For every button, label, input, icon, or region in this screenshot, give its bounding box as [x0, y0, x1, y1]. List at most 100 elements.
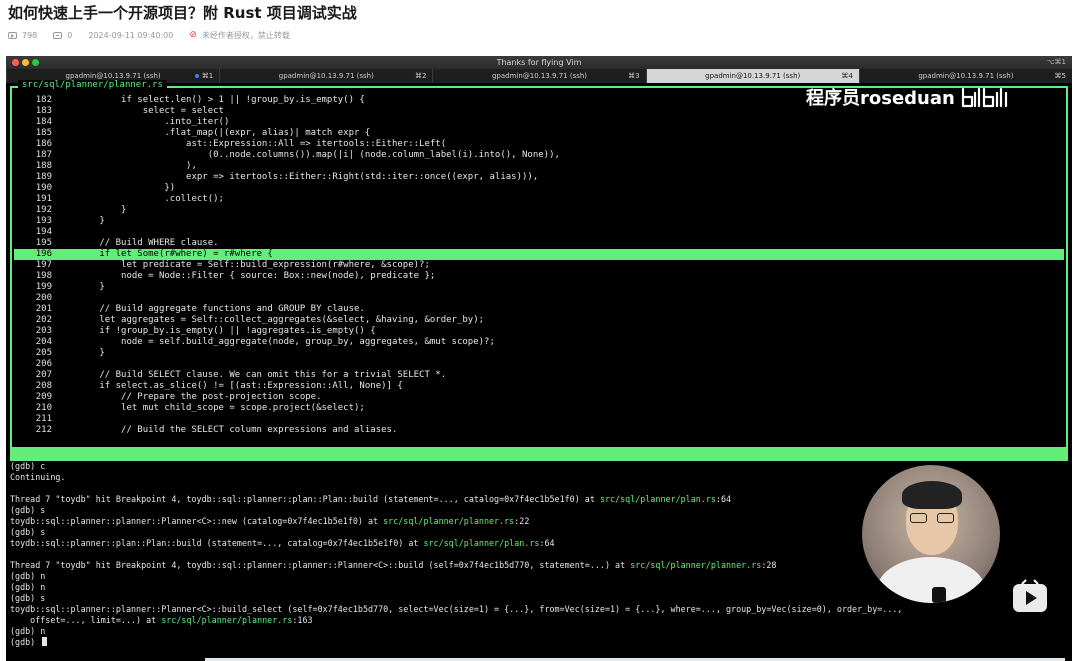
source-line: 197 let predicate = Self::build_expressi… — [14, 260, 1064, 271]
line-number: 192 — [35, 205, 52, 215]
current-line-marker-icon: > — [26, 249, 32, 259]
line-text: expr => itertools::Either::Right(std::it… — [56, 172, 539, 182]
source-panel: src/sql/planner/planner.rs 182 if select… — [10, 80, 1068, 449]
line-text: .into_iter() — [56, 117, 230, 127]
line-text: let predicate = Self::build_expression(r… — [56, 260, 430, 270]
line-number: 211 — [35, 414, 52, 424]
bilibili-logo-icon — [961, 87, 1007, 108]
line-text: if let Some(r#where) = r#where { — [56, 249, 273, 259]
source-line: 209 // Prepare the post-projection scope… — [14, 392, 1064, 403]
source-line: 198 node = Node::Filter { source: Box::n… — [14, 271, 1064, 282]
line-number: 193 — [35, 216, 52, 226]
tab-label: gpadmin@10.13.9.71 (ssh) — [491, 72, 588, 80]
source-file-link: src/sql/planner/plan.rs — [599, 494, 716, 504]
gdb-status-bar: multi-thre Thread 0x7f4ec1b617 In: toydb… — [10, 449, 1068, 484]
channel-watermark: 程序员roseduan — [806, 86, 1009, 109]
tab-ssh-4[interactable]: gpadmin@10.13.9.71 (ssh) ⌘4 — [645, 69, 859, 83]
view-count: 798 — [22, 30, 38, 40]
tab-label: gpadmin@10.13.9.71 (ssh) — [278, 72, 374, 80]
line-text: }) — [56, 183, 176, 193]
source-line: 189 expr => itertools::Either::Right(std… — [14, 172, 1064, 183]
source-line: 193 } — [14, 216, 1064, 227]
source-line: 210 let mut child_scope = scope.project(… — [14, 403, 1064, 414]
line-number: 182 — [35, 95, 52, 105]
line-text: select = select — [56, 106, 224, 116]
tab-shortcut: ⌘2 — [414, 72, 427, 80]
line-number: 210 — [35, 403, 52, 413]
line-text: node = Node::Filter { source: Box::new(n… — [56, 271, 436, 281]
publish-date: 2024-09-11 09:40:00 — [88, 30, 174, 40]
console-text: toydb::sql::planner::plan::Plan::build (… — [10, 538, 424, 548]
line-number: 199 — [35, 282, 52, 292]
repost-notice: 未经作者授权，禁止转载 — [201, 30, 290, 40]
source-line: 192 } — [14, 205, 1064, 216]
source-line: 194 — [14, 227, 1064, 238]
line-number: 188 — [35, 161, 52, 171]
source-file-link: src/sql/planner/plan.rs — [423, 538, 540, 548]
line-text: // Build SELECT clause. We can omit this… — [56, 370, 447, 380]
source-line: 195 // Build WHERE clause. — [14, 238, 1064, 249]
console-text: (gdb) — [10, 637, 41, 647]
tab-ssh-3[interactable]: gpadmin@10.13.9.71 (ssh) ⌘3 — [432, 69, 645, 83]
line-number: 194 — [35, 227, 52, 237]
line-text: let mut child_scope = scope.project(&sel… — [56, 403, 365, 413]
console-text: offset=..., limit=...) at — [10, 615, 162, 625]
console-text: (gdb) c — [10, 461, 46, 471]
tab-shortcut: ⌘3 — [628, 72, 640, 80]
source-line: 199 } — [14, 282, 1064, 293]
line-text: } — [56, 348, 105, 358]
line-text: .flat_map(|(expr, alias)| match expr { — [56, 128, 371, 138]
line-text: } — [56, 205, 127, 215]
line-text: ast::Expression::All => itertools::Eithe… — [56, 139, 447, 149]
source-line: 188 ), — [14, 161, 1064, 172]
console-text: :64 — [715, 494, 732, 504]
line-number: 195 — [35, 238, 52, 248]
console-line: (gdb) — [10, 637, 1068, 648]
line-number: 196 — [35, 249, 52, 259]
play-badge-icon[interactable] — [1010, 578, 1050, 618]
line-text: // Build aggregate functions and GROUP B… — [56, 304, 365, 314]
console-text: Thread 7 "toydb" hit Breakpoint 4, toydb… — [10, 560, 631, 570]
line-text: if select.len() > 1 || !group_by.is_empt… — [56, 95, 365, 105]
console-text: (gdb) s — [10, 593, 46, 603]
source-file-link: src/sql/planner/planner.rs — [630, 560, 762, 570]
console-text: :22 — [514, 516, 530, 526]
article-meta: 798 0 2024-09-11 09:40:00 ⊘ 未经作者授权，禁止转载 — [8, 28, 290, 42]
line-text: ), — [56, 161, 197, 171]
line-number: 212 — [35, 425, 52, 435]
danmaku-count-icon — [53, 31, 63, 39]
watermark-text: 程序员roseduan — [806, 88, 955, 109]
source-line: 202 let aggregates = Self::collect_aggre… — [14, 315, 1064, 326]
source-file-link: src/sql/planner/planner.rs — [161, 615, 293, 625]
line-number: 185 — [35, 128, 52, 138]
tab-label: gpadmin@10.13.9.71 (ssh) — [918, 72, 1014, 80]
console-text: (gdb) n — [10, 626, 46, 636]
source-line: 208 if select.as_slice() != [(ast::Expre… — [14, 381, 1064, 392]
source-line: 205 } — [14, 348, 1064, 359]
tab-ssh-5[interactable]: gpadmin@10.13.9.71 (ssh) ⌘5 — [858, 69, 1072, 83]
console-text: toydb::sql::planner::planner::Planner<C>… — [10, 516, 384, 526]
line-number: 183 — [35, 106, 52, 116]
tab-label: gpadmin@10.13.9.71 (ssh) — [65, 72, 161, 80]
window-shortcut: ⌥⌘1 — [1046, 58, 1066, 66]
line-text: // Prepare the post-projection scope. — [56, 392, 322, 402]
tab-shortcut: ⌘1 — [201, 72, 214, 80]
line-number: 209 — [35, 392, 52, 402]
console-text: :64 — [539, 538, 555, 548]
console-text: :163 — [292, 615, 313, 625]
article-title: 如何快速上手一个开源项目？附 Rust 项目调试实战 — [8, 4, 357, 22]
console-line: toydb::sql::planner::planner::Planner<C>… — [10, 604, 1068, 615]
no-repost-icon: ⊘ — [189, 30, 197, 40]
terminal-cursor — [42, 637, 48, 646]
source-file-link: src/sql/planner/planner.rs — [383, 516, 515, 526]
tab-ssh-2[interactable]: gpadmin@10.13.9.71 (ssh) ⌘2 — [219, 69, 432, 83]
line-number: 206 — [35, 359, 52, 369]
source-line: 211 — [14, 414, 1064, 425]
line-number: 186 — [35, 139, 52, 149]
source-file-path: src/sql/planner/planner.rs — [18, 80, 167, 90]
tab-label: gpadmin@10.13.9.71 (ssh) — [705, 72, 801, 80]
line-number: 198 — [35, 271, 52, 281]
current-source-line: >196 if let Some(r#where) = r#where { — [14, 249, 1064, 260]
console-text: toydb::sql::planner::planner::Planner<C>… — [10, 604, 903, 614]
source-line: 212 // Build the SELECT column expressio… — [14, 425, 1064, 436]
